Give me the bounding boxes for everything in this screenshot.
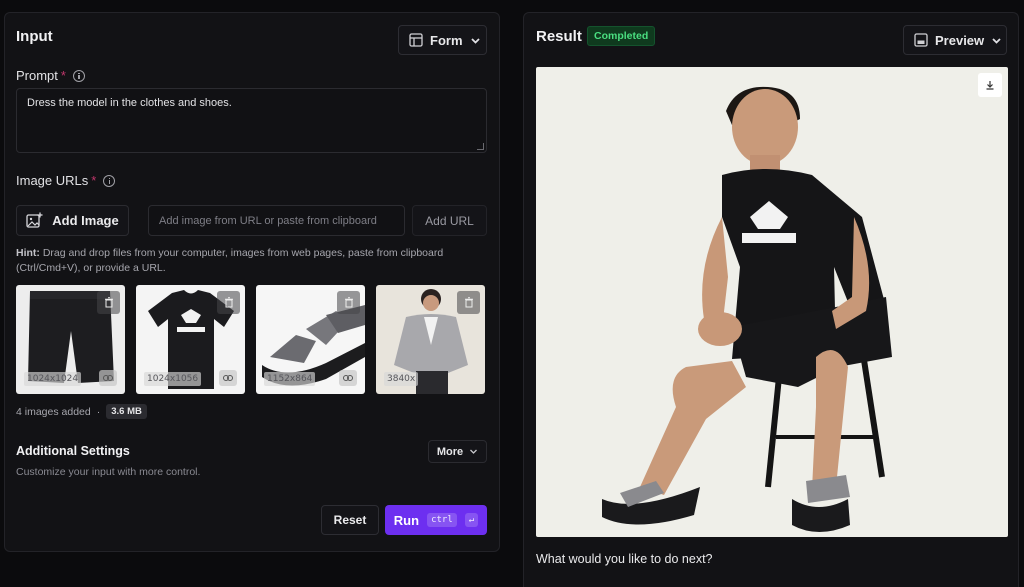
prompt-text: Dress the model in the clothes and shoes… bbox=[27, 97, 232, 109]
url-input[interactable] bbox=[148, 205, 405, 236]
link-icon[interactable] bbox=[99, 370, 117, 386]
prompt-textarea[interactable]: Dress the model in the clothes and shoes… bbox=[16, 88, 487, 153]
additional-settings-title: Additional Settings bbox=[16, 444, 130, 458]
run-button[interactable]: Run ctrl ↵ bbox=[385, 505, 487, 535]
result-panel-title: Result bbox=[536, 28, 582, 45]
thumbnail-model[interactable]: 3840x bbox=[376, 285, 485, 394]
images-summary: 4 images added · 3.6 MB bbox=[16, 404, 147, 419]
trash-icon[interactable] bbox=[337, 291, 360, 314]
trash-icon[interactable] bbox=[217, 291, 240, 314]
image-dimensions: 1152x864 bbox=[264, 372, 316, 386]
image-urls-label: Image URLs bbox=[16, 173, 89, 188]
image-add-icon bbox=[26, 212, 43, 228]
preview-dropdown-label: Preview bbox=[935, 32, 985, 48]
generated-model-photo bbox=[602, 86, 892, 532]
link-icon[interactable] bbox=[339, 370, 357, 386]
chevron-down-icon bbox=[470, 449, 478, 454]
form-dropdown[interactable]: Form bbox=[398, 25, 487, 55]
preview-dropdown[interactable]: Preview bbox=[903, 25, 1007, 55]
image-urls-label-row: Image URLs * bbox=[16, 173, 116, 188]
download-icon bbox=[986, 81, 994, 90]
images-added-count: 4 images added bbox=[16, 405, 91, 418]
trash-icon[interactable] bbox=[97, 291, 120, 314]
total-size-badge: 3.6 MB bbox=[106, 404, 147, 419]
image-dimensions: 3840x bbox=[384, 372, 419, 386]
hint-text: Hint: Drag and drop files from your comp… bbox=[16, 246, 486, 276]
add-image-button[interactable]: Add Image bbox=[16, 205, 129, 236]
chevron-down-icon bbox=[470, 37, 480, 44]
required-marker: * bbox=[60, 68, 66, 83]
trash-icon[interactable] bbox=[457, 291, 480, 314]
thumbnail-tshirt[interactable]: 1024x1056 bbox=[136, 285, 245, 394]
required-marker: * bbox=[91, 173, 97, 188]
image-dimensions: 1024x1024 bbox=[24, 372, 82, 386]
prompt-label: Prompt bbox=[16, 68, 58, 83]
ctrl-key-hint: ctrl bbox=[427, 513, 457, 527]
thumbnail-sandals[interactable]: 1152x864 bbox=[256, 285, 365, 394]
download-button[interactable] bbox=[978, 73, 1002, 97]
link-icon[interactable] bbox=[219, 370, 237, 386]
image-dimensions: 1024x1056 bbox=[144, 372, 202, 386]
more-dropdown[interactable]: More bbox=[428, 440, 487, 463]
status-badge: Completed bbox=[587, 26, 656, 46]
info-icon[interactable] bbox=[103, 174, 116, 187]
add-image-label: Add Image bbox=[52, 213, 119, 228]
add-url-button[interactable]: Add URL bbox=[412, 205, 487, 236]
result-image[interactable] bbox=[536, 67, 1008, 537]
run-button-label: Run bbox=[393, 512, 420, 528]
reset-button[interactable]: Reset bbox=[321, 505, 379, 535]
separator-dot: · bbox=[96, 405, 101, 418]
form-dropdown-label: Form bbox=[430, 32, 463, 48]
form-layout-icon bbox=[409, 33, 423, 47]
chevron-down-icon bbox=[992, 37, 1001, 44]
hint-body: Drag and drop files from your computer, … bbox=[16, 247, 444, 274]
input-panel: Input Form Prompt * Dress the model in th… bbox=[4, 12, 500, 552]
additional-settings-description: Customize your input with more control. bbox=[16, 466, 201, 478]
enter-key-icon: ↵ bbox=[464, 513, 479, 527]
hint-prefix: Hint: bbox=[16, 247, 40, 259]
more-dropdown-label: More bbox=[436, 445, 464, 458]
thumbnail-shorts[interactable]: 1024x1024 bbox=[16, 285, 125, 394]
prompt-label-row: Prompt * bbox=[16, 68, 85, 83]
info-icon[interactable] bbox=[72, 69, 85, 82]
preview-image-icon bbox=[914, 33, 928, 47]
result-panel: Result Completed Preview What would you … bbox=[523, 12, 1019, 587]
next-action-prompt: What would you like to do next? bbox=[536, 552, 713, 566]
resize-grip-icon[interactable] bbox=[477, 143, 484, 150]
input-panel-title: Input bbox=[16, 28, 53, 45]
